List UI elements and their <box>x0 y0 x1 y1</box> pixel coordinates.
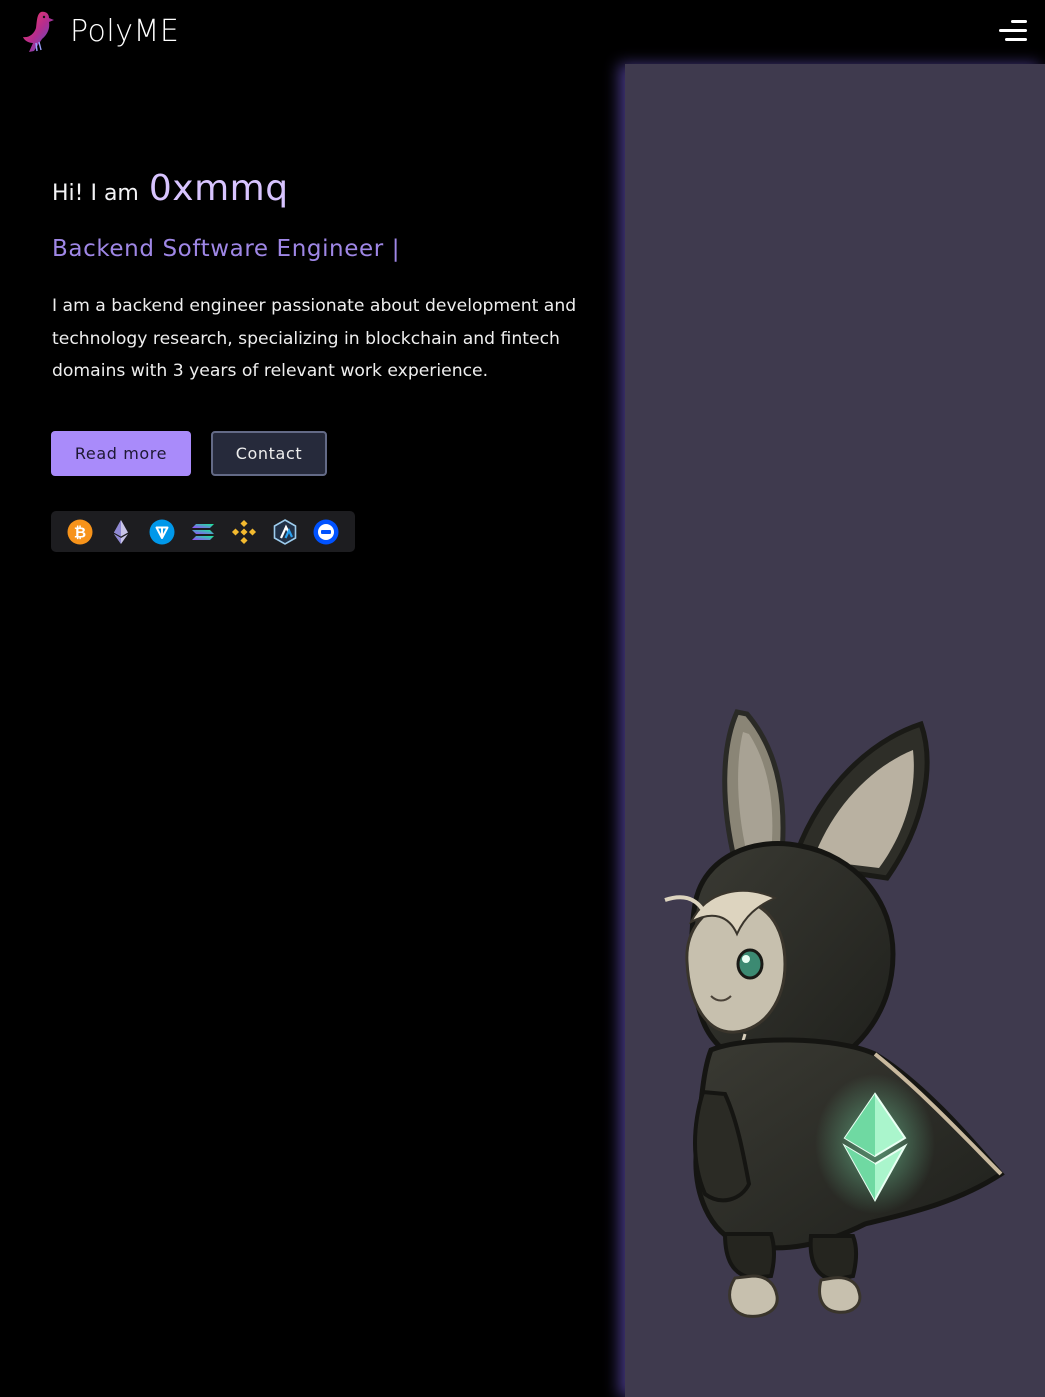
ethereum-icon[interactable] <box>108 519 134 545</box>
arbitrum-icon[interactable] <box>272 519 298 545</box>
contact-button[interactable]: Contact <box>211 431 327 476</box>
hero-greeting: Hi! I am 0xmmq <box>52 168 289 209</box>
page: PolyME Hi! I am 0xmmq Backend Software E… <box>0 0 1045 1397</box>
ton-icon[interactable] <box>149 519 175 545</box>
read-more-button[interactable]: Read more <box>51 431 191 476</box>
hero-role: Backend Software Engineer | <box>52 236 401 262</box>
hero-bio: I am a backend engineer passionate about… <box>52 296 577 382</box>
hamburger-menu-icon[interactable] <box>997 18 1027 44</box>
greeting-prefix: Hi! I am <box>52 181 139 206</box>
solana-icon[interactable] <box>190 519 216 545</box>
top-navbar: PolyME <box>0 0 1045 64</box>
bnb-icon[interactable] <box>231 519 257 545</box>
bird-logo-icon <box>20 10 56 54</box>
brand-name: PolyME <box>70 14 180 49</box>
crypto-icon-strip: ₿ <box>51 511 355 552</box>
hero-illustration-panel <box>625 64 1045 1397</box>
brand-link[interactable]: PolyME <box>20 10 179 54</box>
doge-icon[interactable] <box>313 519 339 545</box>
bitcoin-icon[interactable]: ₿ <box>67 519 93 545</box>
hero-name: 0xmmq <box>148 168 289 209</box>
hooded-rabbit-ethereum-illustration <box>664 709 1005 1318</box>
svg-text:₿: ₿ <box>74 524 86 542</box>
